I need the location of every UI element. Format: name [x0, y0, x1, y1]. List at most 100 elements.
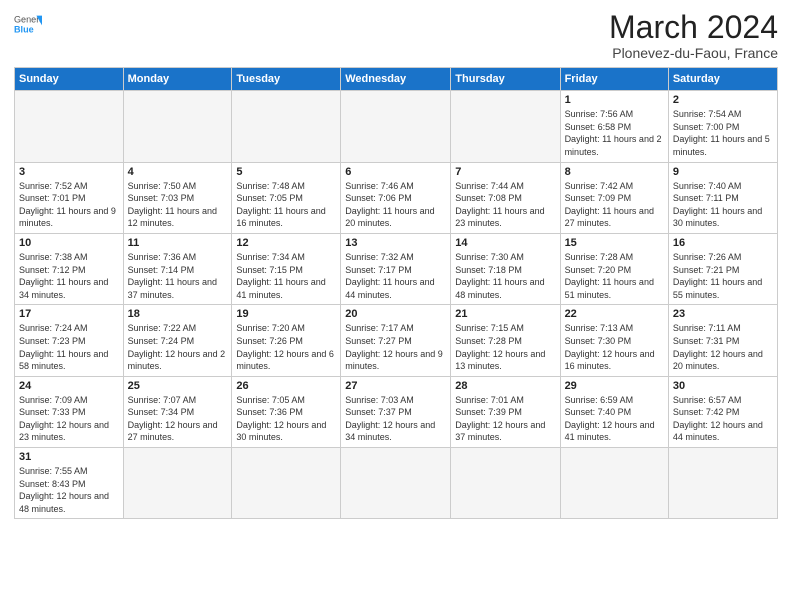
day-info: Sunrise: 7:01 AMSunset: 7:39 PMDaylight:… — [455, 394, 555, 444]
title-block: March 2024 Plonevez-du-Faou, France — [609, 10, 778, 61]
table-row: 22 Sunrise: 7:13 AMSunset: 7:30 PMDayligh… — [560, 305, 668, 376]
day-number: 23 — [673, 308, 773, 320]
day-info: Sunrise: 7:54 AMSunset: 7:00 PMDaylight:… — [673, 108, 773, 158]
day-info: Sunrise: 7:42 AMSunset: 7:09 PMDaylight:… — [565, 180, 664, 230]
day-number: 18 — [128, 308, 228, 320]
table-row: 18Sunrise: 7:22 AMSunset: 7:24 PMDayligh… — [123, 305, 232, 376]
day-info: Sunrise: 7:32 AMSunset: 7:17 PMDaylight:… — [345, 251, 446, 301]
day-number: 21 — [455, 308, 555, 320]
table-row: 17Sunrise: 7:24 AMSunset: 7:23 PMDayligh… — [15, 305, 124, 376]
day-info: Sunrise: 7:50 AMSunset: 7:03 PMDaylight:… — [128, 180, 228, 230]
table-row: 8 Sunrise: 7:42 AMSunset: 7:09 PMDaylight… — [560, 162, 668, 233]
day-number: 20 — [345, 308, 446, 320]
day-number: 13 — [345, 237, 446, 249]
calendar-week-0: 1Sunrise: 7:56 AMSunset: 6:58 PMDaylight… — [15, 91, 778, 162]
table-row: 16 Sunrise: 7:26 AMSunset: 7:21 PMDayligh… — [668, 233, 777, 304]
col-sunday: Sunday — [15, 68, 124, 91]
table-row: 24Sunrise: 7:09 AMSunset: 7:33 PMDayligh… — [15, 376, 124, 447]
day-number: 5 — [236, 166, 336, 178]
table-row: 28 Sunrise: 7:01 AMSunset: 7:39 PMDayligh… — [451, 376, 560, 447]
calendar-table: Sunday Monday Tuesday Wednesday Thursday… — [14, 67, 778, 519]
table-row: 5 Sunrise: 7:48 AMSunset: 7:05 PMDaylight… — [232, 162, 341, 233]
day-info: Sunrise: 7:20 AMSunset: 7:26 PMDaylight:… — [236, 322, 336, 372]
table-row — [341, 448, 451, 519]
page: General Blue March 2024 Plonevez-du-Faou… — [0, 0, 792, 612]
day-number: 28 — [455, 380, 555, 392]
day-number: 1 — [565, 94, 664, 106]
table-row: 15Sunrise: 7:28 AMSunset: 7:20 PMDayligh… — [560, 233, 668, 304]
day-info: Sunrise: 7:36 AMSunset: 7:14 PMDaylight:… — [128, 251, 228, 301]
day-info: Sunrise: 7:52 AMSunset: 7:01 PMDaylight:… — [19, 180, 119, 230]
day-info: Sunrise: 6:59 AMSunset: 7:40 PMDaylight:… — [565, 394, 664, 444]
day-number: 16 — [673, 237, 773, 249]
table-row: 9Sunrise: 7:40 AMSunset: 7:11 PMDaylight… — [668, 162, 777, 233]
table-row — [15, 91, 124, 162]
day-number: 12 — [236, 237, 336, 249]
day-number: 30 — [673, 380, 773, 392]
col-monday: Monday — [123, 68, 232, 91]
table-row — [560, 448, 668, 519]
table-row: 13 Sunrise: 7:32 AMSunset: 7:17 PMDayligh… — [341, 233, 451, 304]
table-row — [341, 91, 451, 162]
table-row: 23 Sunrise: 7:11 AMSunset: 7:31 PMDayligh… — [668, 305, 777, 376]
calendar-title: March 2024 — [609, 10, 778, 45]
day-number: 25 — [128, 380, 228, 392]
day-info: Sunrise: 7:28 AMSunset: 7:20 PMDaylight:… — [565, 251, 664, 301]
day-info: Sunrise: 7:30 AMSunset: 7:18 PMDaylight:… — [455, 251, 555, 301]
col-thursday: Thursday — [451, 68, 560, 91]
svg-text:Blue: Blue — [14, 24, 34, 34]
table-row: 25 Sunrise: 7:07 AMSunset: 7:34 PMDayligh… — [123, 376, 232, 447]
table-row: 21 Sunrise: 7:15 AMSunset: 7:28 PMDayligh… — [451, 305, 560, 376]
day-info: Sunrise: 7:07 AMSunset: 7:34 PMDaylight:… — [128, 394, 228, 444]
table-row: 4Sunrise: 7:50 AMSunset: 7:03 PMDaylight… — [123, 162, 232, 233]
table-row: 7Sunrise: 7:44 AMSunset: 7:08 PMDaylight… — [451, 162, 560, 233]
day-number: 3 — [19, 166, 119, 178]
table-row: 20 Sunrise: 7:17 AMSunset: 7:27 PMDayligh… — [341, 305, 451, 376]
day-info: Sunrise: 7:44 AMSunset: 7:08 PMDaylight:… — [455, 180, 555, 230]
day-info: Sunrise: 7:55 AMSunset: 8:43 PMDaylight:… — [19, 465, 119, 515]
calendar-week-2: 10 Sunrise: 7:38 AMSunset: 7:12 PMDayligh… — [15, 233, 778, 304]
table-row — [451, 448, 560, 519]
day-info: Sunrise: 7:15 AMSunset: 7:28 PMDaylight:… — [455, 322, 555, 372]
day-info: Sunrise: 6:57 AMSunset: 7:42 PMDaylight:… — [673, 394, 773, 444]
col-saturday: Saturday — [668, 68, 777, 91]
day-info: Sunrise: 7:09 AMSunset: 7:33 PMDaylight:… — [19, 394, 119, 444]
table-row — [232, 448, 341, 519]
table-row: 3 Sunrise: 7:52 AMSunset: 7:01 PMDaylight… — [15, 162, 124, 233]
day-info: Sunrise: 7:13 AMSunset: 7:30 PMDaylight:… — [565, 322, 664, 372]
day-info: Sunrise: 7:26 AMSunset: 7:21 PMDaylight:… — [673, 251, 773, 301]
day-info: Sunrise: 7:17 AMSunset: 7:27 PMDaylight:… — [345, 322, 446, 372]
calendar-week-5: 31Sunrise: 7:55 AMSunset: 8:43 PMDayligh… — [15, 448, 778, 519]
table-row — [451, 91, 560, 162]
table-row — [668, 448, 777, 519]
table-row: 29Sunrise: 6:59 AMSunset: 7:40 PMDayligh… — [560, 376, 668, 447]
calendar-header-row: Sunday Monday Tuesday Wednesday Thursday… — [15, 68, 778, 91]
table-row — [232, 91, 341, 162]
table-row: 12Sunrise: 7:34 AMSunset: 7:15 PMDayligh… — [232, 233, 341, 304]
day-number: 2 — [673, 94, 773, 106]
calendar-subtitle: Plonevez-du-Faou, France — [609, 45, 778, 61]
day-number: 8 — [565, 166, 664, 178]
table-row — [123, 91, 232, 162]
table-row: 19Sunrise: 7:20 AMSunset: 7:26 PMDayligh… — [232, 305, 341, 376]
day-number: 27 — [345, 380, 446, 392]
day-info: Sunrise: 7:38 AMSunset: 7:12 PMDaylight:… — [19, 251, 119, 301]
day-number: 10 — [19, 237, 119, 249]
logo-icon: General Blue — [14, 10, 42, 38]
table-row: 31Sunrise: 7:55 AMSunset: 8:43 PMDayligh… — [15, 448, 124, 519]
day-number: 11 — [128, 237, 228, 249]
day-info: Sunrise: 7:11 AMSunset: 7:31 PMDaylight:… — [673, 322, 773, 372]
calendar-week-4: 24Sunrise: 7:09 AMSunset: 7:33 PMDayligh… — [15, 376, 778, 447]
day-info: Sunrise: 7:40 AMSunset: 7:11 PMDaylight:… — [673, 180, 773, 230]
day-number: 26 — [236, 380, 336, 392]
day-number: 17 — [19, 308, 119, 320]
day-info: Sunrise: 7:48 AMSunset: 7:05 PMDaylight:… — [236, 180, 336, 230]
logo: General Blue — [14, 10, 42, 38]
calendar-week-1: 3 Sunrise: 7:52 AMSunset: 7:01 PMDaylight… — [15, 162, 778, 233]
day-info: Sunrise: 7:05 AMSunset: 7:36 PMDaylight:… — [236, 394, 336, 444]
table-row — [123, 448, 232, 519]
table-row: 26 Sunrise: 7:05 AMSunset: 7:36 PMDayligh… — [232, 376, 341, 447]
col-tuesday: Tuesday — [232, 68, 341, 91]
col-friday: Friday — [560, 68, 668, 91]
day-number: 22 — [565, 308, 664, 320]
